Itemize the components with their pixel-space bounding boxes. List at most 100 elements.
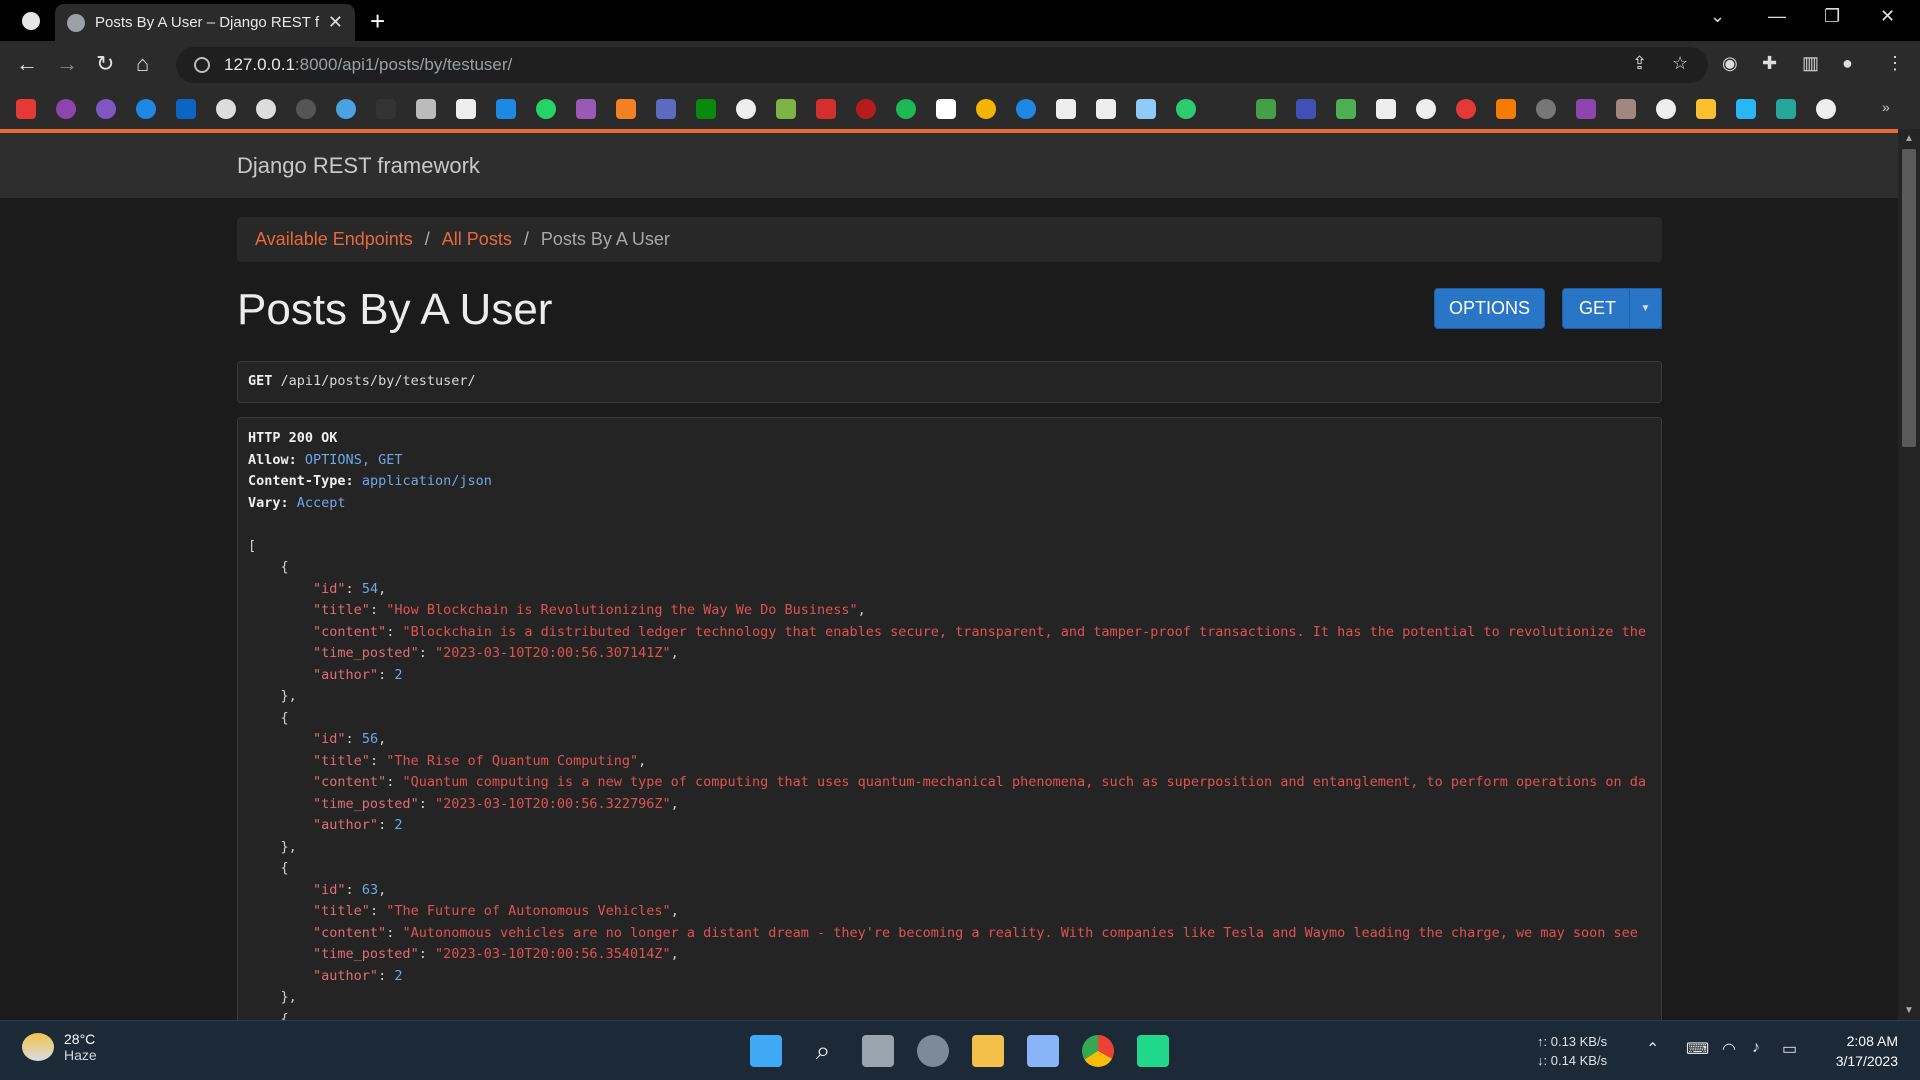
bookmark-icon[interactable] [896,99,916,119]
bookmark-icon[interactable] [976,99,996,119]
bookmark-icon[interactable] [1376,99,1396,119]
bookmark-icon[interactable] [1296,99,1316,119]
chrome-icon[interactable] [1082,1035,1114,1067]
back-icon[interactable]: ← [16,51,38,77]
breadcrumb-available-endpoints[interactable]: Available Endpoints [255,229,413,250]
breadcrumb-current: Posts By A User [540,229,670,249]
home-icon[interactable]: ⌂ [136,51,149,77]
bookmark-icon[interactable] [816,99,836,119]
reload-icon[interactable]: ↻ [96,51,114,77]
bookmark-icon[interactable] [856,99,876,119]
github-bookmark-icon[interactable] [296,99,316,119]
restore-icon[interactable]: ❐ [1824,6,1840,27]
header-value: Accept [296,494,346,511]
keyboard-icon[interactable]: ⌨ [1686,1039,1709,1059]
bookmark-icon[interactable] [1016,99,1036,119]
menu-icon[interactable]: ⋮ [1886,53,1904,74]
bookmark-icon[interactable] [1136,99,1156,119]
bookmark-icon[interactable] [496,99,516,119]
bookmark-icon[interactable] [1696,99,1716,119]
bookmark-icon[interactable] [736,99,756,119]
forward-icon[interactable]: → [56,51,78,77]
address-bar[interactable]: 127.0.0.1:8000/api1/posts/by/testuser/ [176,47,1708,83]
bookmark-icon[interactable] [416,99,436,119]
get-format-dropdown[interactable]: ▼ [1629,288,1662,329]
youtube-bookmark-icon[interactable] [16,99,36,119]
photos-icon[interactable] [1027,1035,1059,1067]
bookmark-icon[interactable] [1736,99,1756,119]
linkedin-bookmark-icon[interactable] [176,99,196,119]
weather-widget[interactable]: 28°C Haze [22,1031,97,1063]
bookmark-icon[interactable] [56,99,76,119]
bookmark-icon[interactable] [1456,99,1476,119]
bookmark-icon[interactable] [1336,99,1356,119]
bookmark-icon[interactable] [96,99,116,119]
file-explorer-icon[interactable] [972,1035,1004,1067]
breadcrumb-separator: / [424,229,430,249]
bookmark-icon[interactable] [576,99,596,119]
weather-condition: Haze [64,1047,97,1063]
volume-icon[interactable]: ♪ [1752,1039,1760,1057]
bookmark-icon[interactable] [696,99,716,119]
bookmark-star-icon[interactable]: ☆ [1672,53,1688,74]
task-view-icon[interactable] [862,1035,894,1067]
close-window-icon[interactable]: ✕ [1880,6,1895,27]
more-bookmarks-icon[interactable]: » [1882,99,1902,119]
bookmark-icon[interactable] [1096,99,1116,119]
bookmark-icon[interactable] [1816,99,1836,119]
share-icon[interactable]: ⇪ [1632,53,1647,74]
page-scrollbar[interactable]: ▲ ▼ [1898,129,1920,1020]
bookmark-icon[interactable] [1216,99,1236,119]
pycharm-icon[interactable] [1137,1035,1169,1067]
bookmark-icon[interactable] [336,99,356,119]
page-title: Posts By A User [237,285,553,334]
minimize-icon[interactable]: — [1768,6,1786,27]
bookmark-icon[interactable] [376,99,396,119]
bookmark-icon[interactable] [1616,99,1636,119]
whatsapp-bookmark-icon[interactable] [536,99,556,119]
brand-link[interactable]: Django REST framework [237,153,480,179]
github-bookmark-icon[interactable] [256,99,276,119]
close-tab-icon[interactable]: ✕ [328,12,343,33]
tray-overflow-icon[interactable]: ⌃ [1646,1039,1659,1059]
bookmark-icon[interactable] [456,99,476,119]
options-button[interactable]: OPTIONS [1434,288,1545,329]
profile-avatar-icon[interactable]: ● [1842,53,1853,74]
bookmark-icon[interactable] [1776,99,1796,119]
bookmark-icon[interactable] [1496,99,1516,119]
tab-search-icon[interactable]: ⌄ [1710,6,1725,27]
battery-icon[interactable]: ▭ [1782,1039,1797,1059]
new-tab-icon[interactable]: + [370,6,385,37]
post-content: "Blockchain is a distributed ledger tech… [402,623,1646,640]
bookmark-icon[interactable] [1656,99,1676,119]
bookmark-icon[interactable] [1576,99,1596,119]
browser-tab[interactable]: Posts By A User – Django REST fr ✕ [55,4,355,41]
bookmark-icon[interactable] [136,99,156,119]
bookmark-icon[interactable] [776,99,796,119]
scroll-down-icon[interactable]: ▼ [1904,1005,1914,1016]
wifi-icon[interactable]: ◠ [1722,1039,1736,1059]
request-info: GET /api1/posts/by/testuser/ [237,361,1662,403]
bookmark-icon[interactable] [1056,99,1076,119]
scroll-up-icon[interactable]: ▲ [1904,133,1914,144]
bookmark-icon[interactable] [1536,99,1556,119]
extension-icon[interactable]: ◉ [1722,53,1738,74]
profile-dot-icon[interactable] [22,12,40,30]
scrollbar-thumb[interactable] [1902,149,1916,447]
stackoverflow-bookmark-icon[interactable] [616,99,636,119]
system-clock[interactable]: 2:08 AM 3/17/2023 [1826,1031,1898,1071]
bookmark-icon[interactable] [1256,99,1276,119]
bookmark-icon[interactable] [1176,99,1196,119]
site-info-icon[interactable] [194,57,210,73]
wikipedia-bookmark-icon[interactable] [936,99,956,119]
extensions-puzzle-icon[interactable]: ✚ [1762,53,1777,74]
network-speed: ↑: 0.13 KB/s ↓: 0.14 KB/s [1537,1032,1607,1070]
github-bookmark-icon[interactable] [216,99,236,119]
bookmark-icon[interactable] [656,99,676,119]
side-panel-icon[interactable]: ▥ [1802,53,1819,74]
breadcrumb-all-posts[interactable]: All Posts [442,229,512,250]
bookmark-icon[interactable] [1416,99,1436,119]
start-icon[interactable] [750,1035,782,1067]
settings-gear-icon[interactable] [917,1035,949,1067]
search-icon[interactable]: ⌕ [807,1035,839,1067]
